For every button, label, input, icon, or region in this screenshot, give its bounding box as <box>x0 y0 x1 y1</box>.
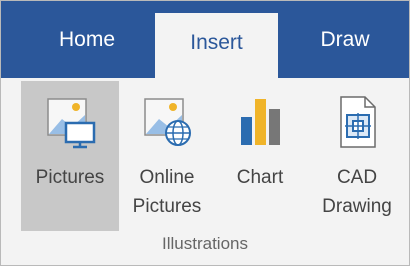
cad-drawing-label-line1: CAD <box>336 167 378 188</box>
pictures-icon <box>47 98 96 149</box>
cad-drawing-icon <box>340 96 376 148</box>
chart-button[interactable]: Chart <box>215 81 305 231</box>
tab-insert[interactable]: Insert <box>155 13 278 81</box>
online-pictures-label-line2: Pictures <box>132 196 202 217</box>
online-pictures-button[interactable]: Online Pictures <box>120 81 214 231</box>
pictures-button[interactable]: Pictures <box>21 81 119 231</box>
chart-icon <box>241 99 280 145</box>
tab-draw[interactable]: Draw <box>289 1 401 78</box>
cad-drawing-button[interactable]: CAD Drawing <box>307 81 407 231</box>
group-label-illustrations: Illustrations <box>162 234 248 253</box>
online-pictures-icon <box>144 98 191 146</box>
pictures-label: Pictures <box>35 167 105 188</box>
online-pictures-label-line1: Online <box>139 167 195 188</box>
tab-home[interactable]: Home <box>25 1 149 78</box>
cad-drawing-label-line2: Drawing <box>322 196 392 217</box>
ribbon-tab-bar: Home Insert Draw <box>1 1 409 81</box>
ribbon-frame: Home Insert Draw Pictures Online Picture… <box>0 0 410 266</box>
chart-label: Chart <box>236 167 284 188</box>
